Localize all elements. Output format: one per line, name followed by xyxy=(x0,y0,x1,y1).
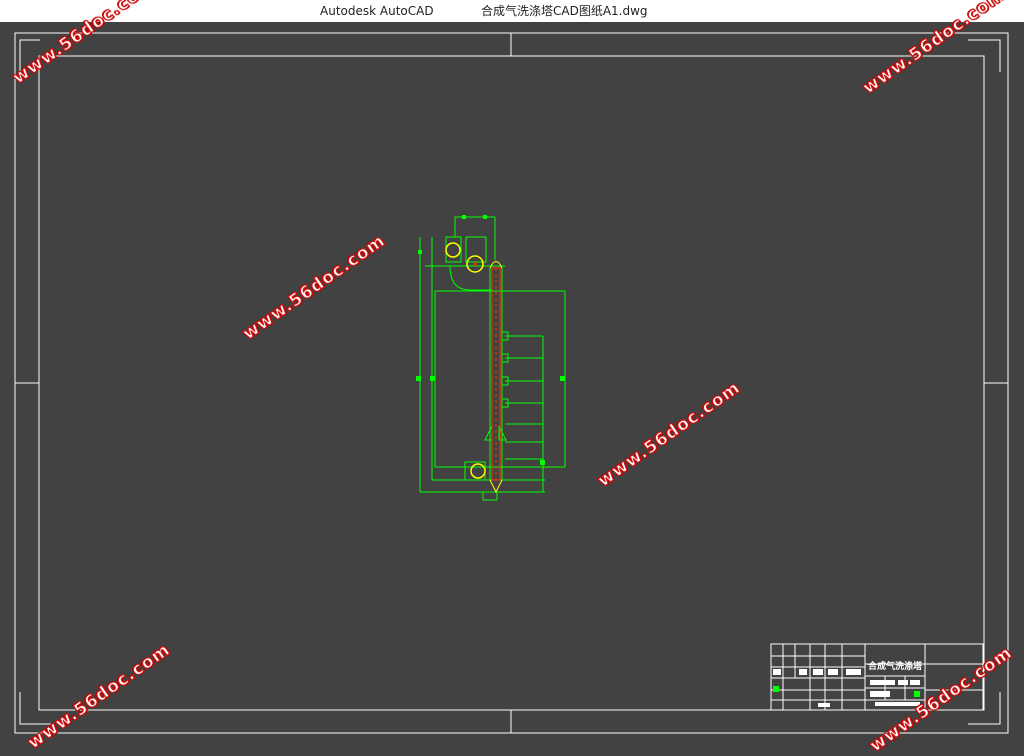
title-bar: Autodesk AutoCAD 合成气洗涤塔CAD图纸A1.dwg xyxy=(0,0,1024,22)
drawing-title: 合成气洗涤塔 xyxy=(868,662,923,672)
app-name: Autodesk AutoCAD xyxy=(320,4,434,18)
cad-drawing xyxy=(14,32,1009,734)
vessel-centers xyxy=(473,262,477,266)
drawing-canvas[interactable]: 合成气洗涤塔 xyxy=(0,22,1024,749)
inner-frame xyxy=(38,55,985,711)
outer-frame xyxy=(14,32,1009,734)
file-name: 合成气洗涤塔CAD图纸A1.dwg xyxy=(481,4,648,18)
column-shell xyxy=(489,261,503,494)
